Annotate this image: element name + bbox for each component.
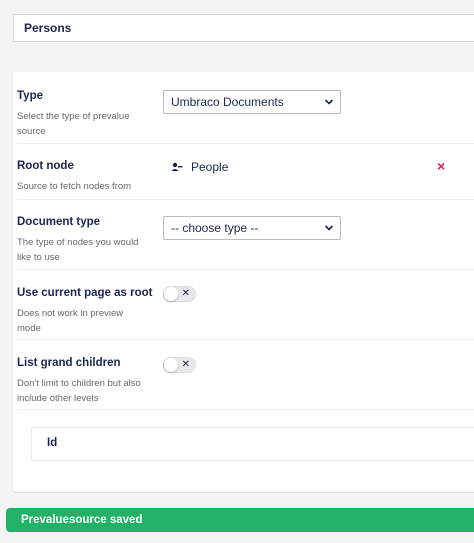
use-current-page-toggle[interactable]: ✕ (163, 286, 196, 302)
document-type-row: Document type The type of nodes you woul… (17, 216, 474, 270)
notification-text: Prevaluesource saved (21, 514, 143, 526)
prevalues-table-header: Id (31, 427, 474, 461)
list-grand-children-row: List grand children Don't limit to child… (17, 357, 474, 410)
root-node-description: Source to fetch nodes from (17, 181, 132, 192)
document-type-label: Document type (17, 216, 101, 228)
type-description: Select the type of prevalue source (17, 111, 130, 137)
document-type-description: The type of nodes you would like to use (17, 237, 139, 263)
list-grand-children-toggle[interactable]: ✕ (163, 357, 196, 373)
type-select-value: Umbraco Documents (171, 95, 284, 109)
node-icon (171, 162, 183, 171)
list-grand-children-description: Don't limit to children but also include… (17, 378, 141, 404)
toggle-off-icon: ✕ (181, 288, 190, 299)
root-node-row: Root node Source to fetch nodes from Peo… (17, 158, 474, 200)
prevalue-source-name: Persons (24, 21, 72, 35)
type-select[interactable]: Umbraco Documents (163, 90, 341, 114)
toggle-off-icon: ✕ (181, 359, 190, 370)
document-type-select-value: -- choose type -- (171, 221, 259, 235)
column-id-header[interactable]: Id (47, 437, 57, 449)
use-current-page-row: Use current page as root Does not work i… (17, 286, 474, 340)
root-node-name: People (191, 160, 229, 174)
chevron-down-icon (324, 225, 334, 231)
use-current-page-description: Does not work in preview mode (17, 308, 124, 334)
success-notification[interactable]: Prevaluesource saved (6, 508, 474, 532)
prevalue-source-name-field[interactable]: Persons (13, 14, 474, 42)
chevron-down-icon (324, 99, 334, 105)
close-icon[interactable]: × (437, 158, 445, 174)
toggle-knob (164, 287, 178, 301)
root-node-label: Root node (17, 160, 74, 172)
type-row: Type Select the type of prevalue source … (17, 90, 474, 144)
use-current-page-label: Use current page as root (17, 287, 153, 299)
list-grand-children-label: List grand children (17, 357, 121, 369)
document-type-select[interactable]: -- choose type -- (163, 216, 341, 240)
type-label: Type (17, 90, 43, 102)
root-node-picker-item[interactable]: People (171, 160, 228, 174)
toggle-knob (164, 358, 178, 372)
